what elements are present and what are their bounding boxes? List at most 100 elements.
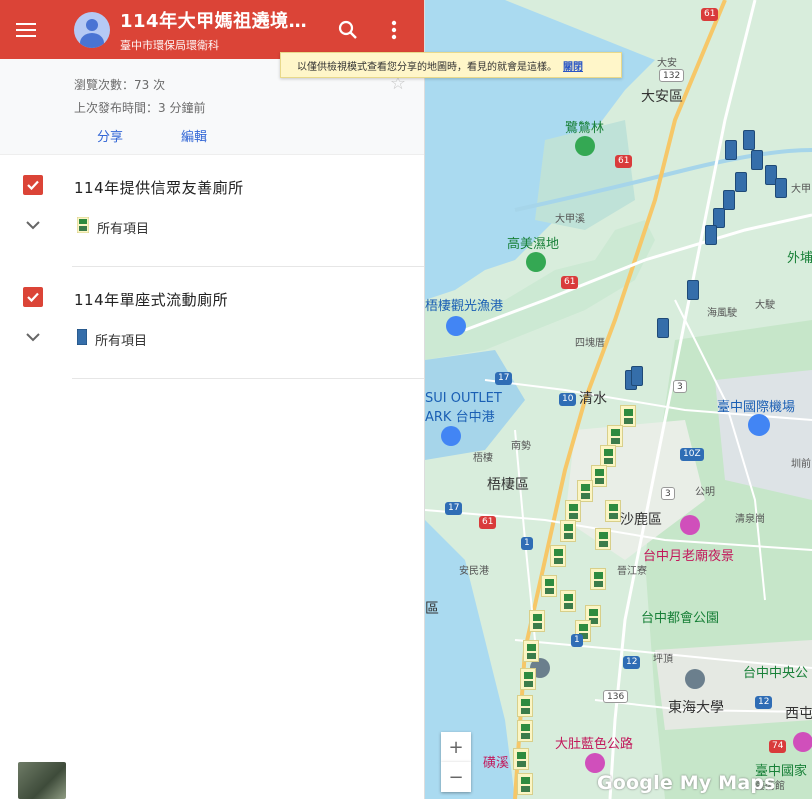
map-title: 114年大甲媽祖遶境友…	[120, 10, 325, 32]
layer-item-all[interactable]: 所有項目	[76, 328, 147, 349]
search-icon	[338, 20, 357, 39]
highway-shield: 17	[445, 502, 463, 515]
map-label: 西屯	[785, 706, 812, 722]
toilet-marker[interactable]	[565, 500, 581, 522]
menu-button[interactable]	[0, 0, 52, 59]
map-owner: 臺中市環保局環衛科	[120, 38, 219, 52]
portable-toilet-marker[interactable]	[751, 150, 763, 170]
layer-checkbox[interactable]	[23, 175, 43, 195]
layer-checkbox[interactable]	[23, 287, 43, 307]
check-icon	[27, 292, 39, 303]
zoom-out-button[interactable]: −	[441, 762, 471, 792]
toilet-marker[interactable]	[560, 590, 576, 612]
chevron-down-icon[interactable]	[26, 219, 40, 234]
highway-shield: 61	[479, 516, 497, 529]
layer-portable-toilets: 114年單座式流動廁所 所有項目	[23, 267, 424, 379]
highway-shield: 61	[615, 155, 633, 168]
app-root: 大安區 大安 鷺鷥林 大甲溪 高美濕地 梧棲觀光漁港 海風駛 大駛 四塊厝 SU…	[0, 0, 812, 799]
map-label: 東海大學	[668, 700, 724, 716]
toilet-marker[interactable]	[590, 568, 606, 590]
friendly-toilet-icon	[76, 216, 90, 237]
map-label: 坪頂	[653, 654, 673, 665]
view-count: 瀏覽次數：73 次	[74, 78, 166, 92]
portable-toilet-marker[interactable]	[657, 318, 669, 338]
menu-icon	[16, 22, 36, 37]
map-titles: 114年大甲媽祖遶境友… 臺中市環保局環衛科	[120, 7, 325, 53]
highway-shield: 61	[701, 8, 719, 21]
banner-close-link[interactable]: 關閉	[563, 58, 583, 73]
map-label: 四塊厝	[575, 338, 605, 349]
portable-toilet-marker[interactable]	[735, 172, 747, 192]
toilet-marker[interactable]	[523, 640, 539, 662]
portable-toilet-marker[interactable]	[723, 190, 735, 210]
more-options-button[interactable]	[371, 0, 417, 59]
basemap-thumbnail[interactable]	[18, 762, 66, 799]
map-label: 沙鹿區	[620, 512, 662, 528]
map-label: 梧棲區	[487, 477, 529, 493]
map-label: 磺溪	[483, 756, 510, 771]
toilet-marker[interactable]	[605, 500, 621, 522]
highway-shield: 136	[603, 690, 629, 703]
highway-shield: 1	[521, 537, 533, 550]
toilet-marker[interactable]	[541, 575, 557, 597]
toilet-marker[interactable]	[517, 773, 533, 795]
toilet-marker[interactable]	[517, 695, 533, 717]
highway-shield: 10Z	[680, 448, 704, 461]
map-label: 南勢	[511, 441, 531, 452]
portable-toilet-marker[interactable]	[687, 280, 699, 300]
zoom-in-button[interactable]: +	[441, 732, 471, 762]
map-label: 大安	[657, 58, 677, 69]
toilet-marker[interactable]	[513, 748, 529, 770]
toilet-marker[interactable]	[591, 465, 607, 487]
avatar	[74, 11, 110, 48]
highway-shield: 61	[561, 276, 579, 289]
toilet-marker[interactable]	[577, 480, 593, 502]
layer-name: 114年單座式流動廁所	[74, 291, 229, 309]
toilet-marker[interactable]	[595, 528, 611, 550]
map-label: 大甲	[791, 184, 811, 195]
map-label: 大駛	[755, 300, 775, 311]
portable-toilet-marker[interactable]	[631, 366, 643, 386]
toilet-marker[interactable]	[620, 405, 636, 427]
map-label: 鷺鷥林	[565, 121, 605, 136]
highway-shield: 10	[559, 393, 577, 406]
toilet-marker[interactable]	[529, 610, 545, 632]
layer-item-all[interactable]: 所有項目	[76, 216, 149, 237]
portable-toilet-icon	[76, 328, 88, 349]
map-label: SUI OUTLET	[425, 391, 502, 406]
map-label: 圳前	[791, 459, 811, 470]
map-label: ARK 台中港	[425, 410, 495, 425]
last-published: 上次發布時間：3 分鐘前	[74, 101, 206, 115]
portable-toilet-marker[interactable]	[705, 225, 717, 245]
map-label: 外埔	[787, 251, 812, 266]
map-label: 台中都會公園	[641, 611, 720, 626]
search-button[interactable]	[325, 0, 371, 59]
map-label: 臺中國際機場	[717, 400, 796, 415]
plus-icon: +	[448, 736, 464, 758]
map-label: 大甲溪	[555, 214, 585, 225]
banner-text: 以僅供檢視模式查看您分享的地圖時，看見的就會是這樣。	[297, 61, 557, 73]
edit-button[interactable]: 編輯	[181, 126, 207, 145]
meta-actions: 分享 編輯	[97, 126, 424, 145]
view-only-banner: 以僅供檢視模式查看您分享的地圖時，看見的就會是這樣。 關閉	[280, 52, 622, 78]
toilet-marker[interactable]	[600, 445, 616, 467]
toilet-marker[interactable]	[550, 545, 566, 567]
map-canvas[interactable]: 大安區 大安 鷺鷥林 大甲溪 高美濕地 梧棲觀光漁港 海風駛 大駛 四塊厝 SU…	[425, 0, 812, 799]
toilet-marker[interactable]	[607, 425, 623, 447]
share-button[interactable]: 分享	[97, 126, 123, 145]
map-label: 台中中央公	[743, 666, 809, 681]
toilet-marker[interactable]	[517, 720, 533, 742]
map-label: 海風駛	[707, 308, 737, 319]
more-vert-icon	[391, 20, 397, 39]
map-label: 清水	[579, 391, 607, 407]
highway-shield: 74	[769, 740, 787, 753]
map-label: 清泉崗	[735, 514, 765, 525]
highway-shield: 3	[673, 380, 687, 393]
toilet-marker[interactable]	[560, 520, 576, 542]
toilet-marker[interactable]	[520, 668, 536, 690]
portable-toilet-marker[interactable]	[743, 130, 755, 150]
portable-toilet-marker[interactable]	[725, 140, 737, 160]
minus-icon: −	[448, 766, 464, 788]
portable-toilet-marker[interactable]	[775, 178, 787, 198]
chevron-down-icon[interactable]	[26, 331, 40, 346]
